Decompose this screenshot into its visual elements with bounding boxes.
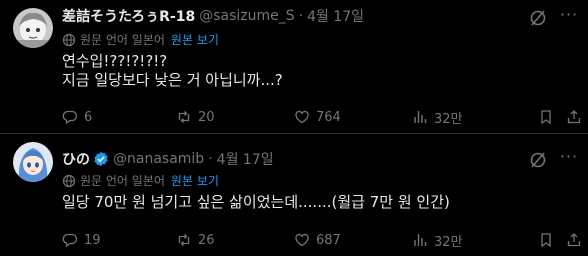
avatar[interactable] xyxy=(13,8,53,48)
bookmark-icon xyxy=(541,233,551,248)
reply-button[interactable]: 19 xyxy=(62,230,101,250)
grok-icon[interactable] xyxy=(528,8,548,28)
action-bar: 19 26 687 32만 xyxy=(62,230,588,250)
like-icon xyxy=(295,110,309,124)
like-icon xyxy=(295,233,309,247)
separator: · xyxy=(208,151,213,167)
like-button[interactable]: 687 xyxy=(294,230,341,250)
repost-icon xyxy=(178,234,190,246)
views-button[interactable]: 32만 xyxy=(412,107,463,127)
show-original-link[interactable]: 원본 보기 xyxy=(171,31,219,48)
timestamp[interactable]: 4월 17일 xyxy=(217,149,274,169)
repost-button[interactable]: 20 xyxy=(176,107,215,127)
author-name[interactable]: ひの xyxy=(62,149,90,169)
translation-source: 원문 언어 일본어 xyxy=(80,33,165,47)
bookmark-button[interactable] xyxy=(538,107,560,127)
views-button[interactable]: 32만 xyxy=(412,230,463,250)
more-icon[interactable]: ··· xyxy=(558,7,580,28)
repost-count: 26 xyxy=(198,232,215,248)
reply-count: 19 xyxy=(84,232,101,248)
globe-icon xyxy=(62,174,76,187)
translation-bar: 원문 언어 일본어 원본 보기 xyxy=(62,172,219,189)
like-count: 687 xyxy=(316,232,341,248)
share-icon xyxy=(567,233,581,247)
bookmark-button[interactable] xyxy=(538,230,560,250)
views-icon xyxy=(414,111,427,123)
tweet-text: 일당 70만 원 넘기고 싶은 삶이었는데.......(월급 7만 원 인간) xyxy=(62,193,450,211)
globe-icon xyxy=(62,33,76,46)
show-original-link[interactable]: 원본 보기 xyxy=(171,172,219,189)
reply-count: 6 xyxy=(84,109,93,125)
tweet[interactable]: ひの @nanasamib · 4월 17일 ··· 원문 언어 일본어 원본 … xyxy=(0,134,588,256)
more-icon[interactable]: ··· xyxy=(558,149,580,170)
timestamp[interactable]: 4월 17일 xyxy=(307,6,364,26)
author-handle[interactable]: @nanasamib xyxy=(113,151,204,167)
views-icon xyxy=(414,234,427,246)
repost-button[interactable]: 26 xyxy=(176,230,215,250)
tweet[interactable]: 差詰そうたろぅR-18 @sasizume_S · 4월 17일 ··· 원문 … xyxy=(0,0,588,134)
avatar[interactable] xyxy=(13,142,53,182)
translation-source: 원문 언어 일본어 xyxy=(80,174,165,188)
reply-icon xyxy=(62,233,78,248)
bookmark-icon xyxy=(541,110,551,125)
separator: · xyxy=(298,8,304,24)
tweet-text: 연수입!??!?!?!? 지금 일당보다 낮은 거 아닙니까...? xyxy=(62,52,283,89)
verified-badge-icon xyxy=(94,151,108,167)
like-button[interactable]: 764 xyxy=(294,107,341,127)
reply-icon xyxy=(62,110,78,125)
repost-count: 20 xyxy=(198,109,215,125)
like-count: 764 xyxy=(316,109,341,125)
tweet-header: 差詰そうたろぅR-18 @sasizume_S · 4월 17일 xyxy=(62,6,364,26)
tweet-header: ひの @nanasamib · 4월 17일 xyxy=(62,149,274,169)
share-icon xyxy=(567,110,581,124)
translation-bar: 원문 언어 일본어 원본 보기 xyxy=(62,31,219,48)
action-bar: 6 20 764 32만 xyxy=(62,107,588,127)
view-count: 32만 xyxy=(434,234,463,250)
author-name[interactable]: 差詰そうたろぅR-18 xyxy=(62,6,195,26)
reply-button[interactable]: 6 xyxy=(62,107,92,127)
view-count: 32만 xyxy=(434,111,463,127)
grok-icon[interactable] xyxy=(528,150,548,170)
share-button[interactable] xyxy=(566,230,588,250)
share-button[interactable] xyxy=(566,107,588,127)
author-handle[interactable]: @sasizume_S xyxy=(199,8,294,24)
repost-icon xyxy=(178,111,190,123)
